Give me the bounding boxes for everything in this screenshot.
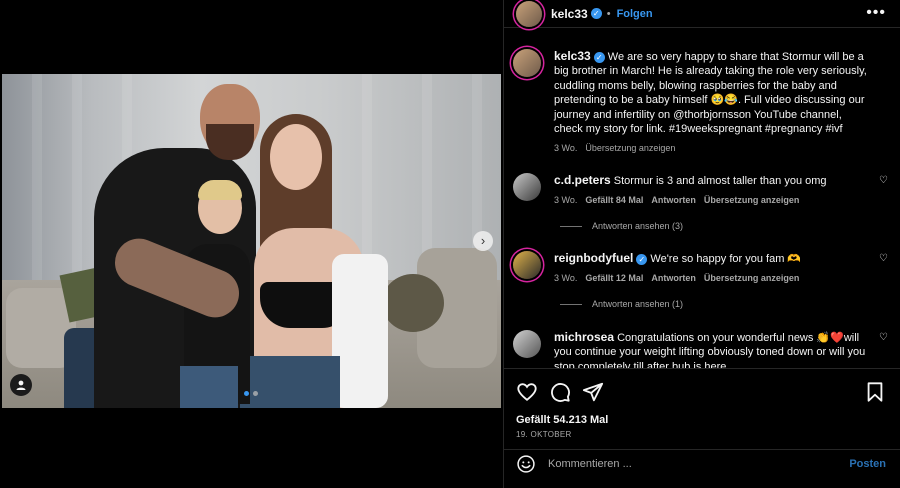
next-slide-button[interactable]: › xyxy=(473,231,493,251)
comment-text: Stormur is 3 and almost taller than you … xyxy=(613,175,827,187)
like-comment-icon[interactable]: ♡ xyxy=(879,253,888,264)
caption-text: We are so very happy to share that Storm… xyxy=(554,51,867,136)
comment-item: michrosea Congratulations on your wonder… xyxy=(513,330,888,368)
likes-count[interactable]: Gefällt 54.213 Mal xyxy=(516,414,608,426)
caption-username[interactable]: kelc33 xyxy=(554,49,591,63)
reply-button[interactable]: Antworten xyxy=(651,271,696,285)
caption-time: 3 Wo. xyxy=(554,143,578,154)
save-icon[interactable] xyxy=(864,381,886,403)
caption-body: kelc33 ✓ We are so very happy to share th… xyxy=(554,49,870,156)
like-comment-icon[interactable]: ♡ xyxy=(879,175,888,186)
view-replies-label: Antworten ansehen (3) xyxy=(592,221,684,231)
post-actions: Gefällt 54.213 Mal 19. OKTOBER Posten xyxy=(504,368,900,476)
comment-icon[interactable] xyxy=(549,381,571,403)
child-jeans xyxy=(180,366,238,408)
action-icons xyxy=(516,381,886,403)
comments-list[interactable]: kelc33 ✓ We are so very happy to share th… xyxy=(504,45,900,368)
child-hair xyxy=(198,180,242,200)
slide-dot xyxy=(253,391,258,396)
man-beard xyxy=(206,124,254,160)
translate-link[interactable]: Übersetzung anzeigen xyxy=(704,271,800,285)
comment-body: c.d.peters Stormur is 3 and almost talle… xyxy=(554,173,870,208)
post-panel: kelc33 ✓ • Folgen ••• kelc33 ✓ We are so … xyxy=(503,0,900,488)
verified-icon: ✓ xyxy=(636,253,648,265)
verified-icon: ✓ xyxy=(590,8,602,19)
caption-meta: 3 Wo. Übersetzung anzeigen xyxy=(554,141,870,155)
commenter-avatar[interactable] xyxy=(513,330,541,358)
view-replies-button[interactable]: Antworten ansehen (3) xyxy=(560,221,683,231)
more-options-icon[interactable]: ••• xyxy=(866,4,886,22)
post-header: kelc33 ✓ • Folgen ••• xyxy=(504,0,900,28)
author-avatar[interactable] xyxy=(516,0,542,27)
media-area: › xyxy=(0,0,503,488)
post-date: 19. OKTOBER xyxy=(516,430,572,439)
caption-avatar[interactable] xyxy=(513,49,541,77)
woman-jeans xyxy=(240,356,340,408)
comment-box: Posten xyxy=(504,449,900,477)
translate-link[interactable]: Übersetzung anzeigen xyxy=(585,141,675,155)
commenter-username[interactable]: c.d.peters xyxy=(554,173,611,187)
commenter-username[interactable]: reignbodyfuel xyxy=(554,251,633,265)
woman-shirt xyxy=(332,254,388,408)
post-comment-button[interactable]: Posten xyxy=(849,458,886,470)
verified-icon: ✓ xyxy=(593,51,605,63)
author-username[interactable]: kelc33 xyxy=(551,7,588,21)
translate-link[interactable]: Übersetzung anzeigen xyxy=(704,193,800,207)
like-comment-icon[interactable]: ♡ xyxy=(879,332,888,343)
comment-time: 3 Wo. xyxy=(554,195,578,206)
heart-icon[interactable] xyxy=(516,381,538,403)
pillow xyxy=(382,274,444,332)
commenter-avatar[interactable] xyxy=(513,251,541,279)
comment-likes-link[interactable]: Gefällt 12 Mal xyxy=(585,271,643,285)
emoji-icon[interactable] xyxy=(516,454,536,474)
share-icon[interactable] xyxy=(582,381,604,403)
tagged-users-button[interactable] xyxy=(10,374,32,396)
comment-item: reignbodyfuel ✓ We're so happy for you fa… xyxy=(513,251,888,286)
post-photo[interactable] xyxy=(2,74,501,408)
comment-body: reignbodyfuel ✓ We're so happy for you fa… xyxy=(554,251,870,286)
slide-indicator xyxy=(244,391,258,396)
woman-head xyxy=(270,124,322,190)
follow-button[interactable]: Folgen xyxy=(617,8,653,20)
comment-body: michrosea Congratulations on your wonder… xyxy=(554,330,870,368)
slide-dot-active xyxy=(244,391,249,396)
comment-likes-link[interactable]: Gefällt 84 Mal xyxy=(585,193,643,207)
view-replies-label: Antworten ansehen (1) xyxy=(592,299,684,309)
comment-time: 3 Wo. xyxy=(554,273,578,284)
commenter-avatar[interactable] xyxy=(513,173,541,201)
reply-button[interactable]: Antworten xyxy=(651,193,696,207)
commenter-username[interactable]: michrosea xyxy=(554,330,614,344)
view-replies-button[interactable]: Antworten ansehen (1) xyxy=(560,299,683,309)
caption: kelc33 ✓ We are so very happy to share th… xyxy=(513,49,888,156)
comment-input[interactable] xyxy=(548,457,818,470)
replies-line xyxy=(560,225,582,227)
comment-item: c.d.peters Stormur is 3 and almost talle… xyxy=(513,173,888,208)
separator-dot: • xyxy=(606,7,611,20)
comment-meta: 3 Wo. Gefällt 12 Mal Antworten Übersetzu… xyxy=(554,271,870,285)
replies-line xyxy=(560,303,582,305)
user-icon xyxy=(16,380,26,390)
comment-meta: 3 Wo. Gefällt 84 Mal Antworten Übersetzu… xyxy=(554,193,870,207)
comment-text: We're so happy for you fam 🫶 xyxy=(650,253,802,265)
